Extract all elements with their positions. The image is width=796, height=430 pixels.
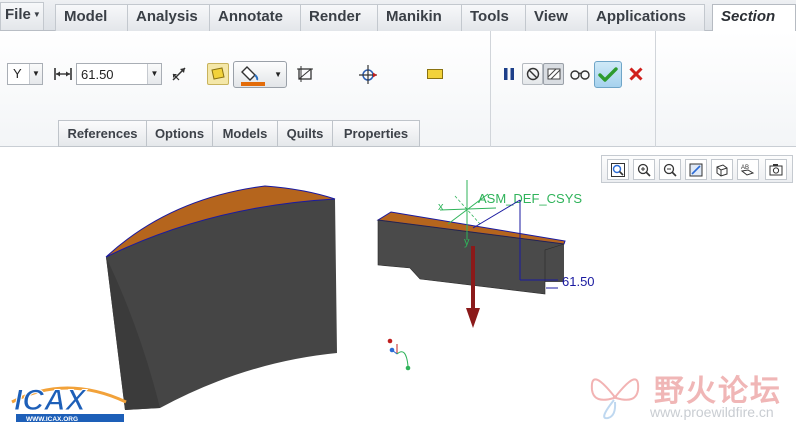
proewildfire-url: www.proewildfire.cn: [650, 404, 774, 420]
offset-value-field[interactable]: ▼: [76, 63, 162, 85]
subtab-models[interactable]: Models: [212, 120, 278, 147]
offset-value-input[interactable]: [77, 64, 147, 84]
cancel-button[interactable]: [625, 63, 647, 85]
chevron-down-icon[interactable]: ▼: [147, 64, 161, 84]
icax-logo: ICAX WWW.ICAX.ORG: [6, 372, 132, 424]
tab-render-label: Render: [309, 8, 361, 25]
zoom-out-icon: [663, 163, 677, 177]
flip-direction-button[interactable]: [168, 63, 190, 85]
repaint-icon: [689, 163, 703, 176]
subtab-references-label: References: [67, 126, 138, 141]
zoom-out-button[interactable]: [659, 159, 681, 180]
display-style-button[interactable]: [711, 159, 733, 180]
tab-analysis[interactable]: Analysis: [127, 4, 210, 31]
drag-handle-icon: [359, 65, 377, 84]
pause-icon: [504, 68, 514, 80]
no-preview-button[interactable]: [522, 63, 543, 85]
hatch-preview-icon: [547, 68, 560, 80]
preview-button[interactable]: [424, 63, 446, 85]
tab-annotate-label: Annotate: [218, 8, 283, 25]
tab-tools-label: Tools: [470, 8, 509, 25]
subtab-models-label: Models: [222, 126, 268, 141]
cap-color-button[interactable]: [207, 63, 229, 85]
named-views-button[interactable]: AB: [737, 159, 759, 180]
tab-tools[interactable]: Tools: [461, 4, 526, 31]
offset-dimension-label: 61.50: [562, 274, 595, 289]
butterfly-logo-icon: [590, 378, 640, 420]
direction-select[interactable]: Y ▼: [7, 63, 43, 85]
ribbon-tab-bar: File ▼ Model Analysis Annotate Render Man…: [0, 0, 796, 32]
csys-y-axis-label: y: [464, 236, 470, 248]
graphics-toolbar: AB: [601, 155, 793, 183]
display-style-icon: [716, 163, 728, 177]
tab-annotate[interactable]: Annotate: [209, 4, 301, 31]
tab-render[interactable]: Render: [300, 4, 378, 31]
icax-logo-url: WWW.ICAX.ORG: [26, 416, 78, 423]
saved-orientations-button[interactable]: [765, 159, 787, 180]
subtab-quilts[interactable]: Quilts: [277, 120, 333, 147]
refit-icon: [611, 162, 625, 177]
icax-logo-icon: ICAX WWW.ICAX.ORG: [11, 384, 127, 423]
tab-section[interactable]: Section: [712, 4, 796, 32]
drag-handle-button[interactable]: [356, 61, 382, 87]
tab-model[interactable]: Model: [55, 4, 128, 31]
preview-icon: [427, 69, 443, 79]
verify-glasses-icon: [570, 70, 590, 80]
ok-button[interactable]: [594, 61, 622, 88]
chevron-down-icon: ▼: [274, 70, 282, 79]
csys-x-axis-label: x: [438, 201, 444, 213]
subtab-references[interactable]: References: [58, 120, 147, 147]
chevron-down-icon[interactable]: ▼: [29, 64, 42, 84]
tab-section-label: Section: [721, 8, 776, 25]
close-icon: [629, 67, 643, 81]
subtab-properties[interactable]: Properties: [332, 120, 420, 147]
chevron-down-icon: ▼: [32, 10, 41, 20]
tab-manikin[interactable]: Manikin: [377, 4, 462, 31]
pause-button[interactable]: [498, 63, 520, 85]
tab-model-label: Model: [64, 8, 108, 25]
repaint-button[interactable]: [685, 159, 707, 180]
direction-value: Y: [13, 66, 22, 81]
hatch-icon: [297, 66, 313, 82]
proewildfire-watermark: 野火论坛 www.proewildfire.cn: [584, 360, 796, 426]
tab-view[interactable]: View: [525, 4, 588, 31]
named-views-icon: AB: [740, 165, 755, 176]
subtab-options-label: Options: [154, 126, 205, 141]
check-icon: [598, 66, 618, 82]
hatch-button[interactable]: [294, 63, 316, 85]
offset-dimension-icon: [54, 68, 72, 80]
flip-direction-icon: [172, 67, 186, 81]
section-ribbon: Y ▼ ▼ ▼: [0, 31, 796, 147]
ribbon-divider: [490, 31, 491, 147]
file-menu-button[interactable]: File ▼: [0, 2, 44, 30]
tab-applications[interactable]: Applications: [587, 4, 705, 31]
zoom-in-button[interactable]: [633, 159, 655, 180]
subtab-properties-label: Properties: [343, 126, 409, 141]
fill-color-icon: [241, 66, 265, 86]
hatch-preview-toggle[interactable]: [543, 63, 564, 85]
tab-applications-label: Applications: [596, 8, 687, 25]
zoom-in-icon: [637, 163, 651, 177]
no-preview-icon: [526, 67, 539, 81]
tab-analysis-label: Analysis: [136, 8, 198, 25]
fill-color-split-button[interactable]: ▼: [233, 61, 287, 88]
ribbon-divider: [655, 31, 656, 147]
saved-orientations-icon: [769, 163, 783, 175]
subtab-options[interactable]: Options: [146, 120, 213, 147]
subtab-quilts-label: Quilts: [286, 126, 324, 141]
csys-name-label: ASM_DEF_CSYS: [478, 191, 582, 206]
verify-button[interactable]: [568, 63, 592, 85]
tab-manikin-label: Manikin: [386, 8, 442, 25]
tab-view-label: View: [534, 8, 568, 25]
refit-button[interactable]: [607, 159, 629, 180]
file-menu-label: File: [5, 6, 31, 23]
cap-color-icon: [211, 67, 225, 80]
svg-text:ICAX: ICAX: [14, 384, 88, 417]
spin-center-triad: [387, 338, 411, 371]
